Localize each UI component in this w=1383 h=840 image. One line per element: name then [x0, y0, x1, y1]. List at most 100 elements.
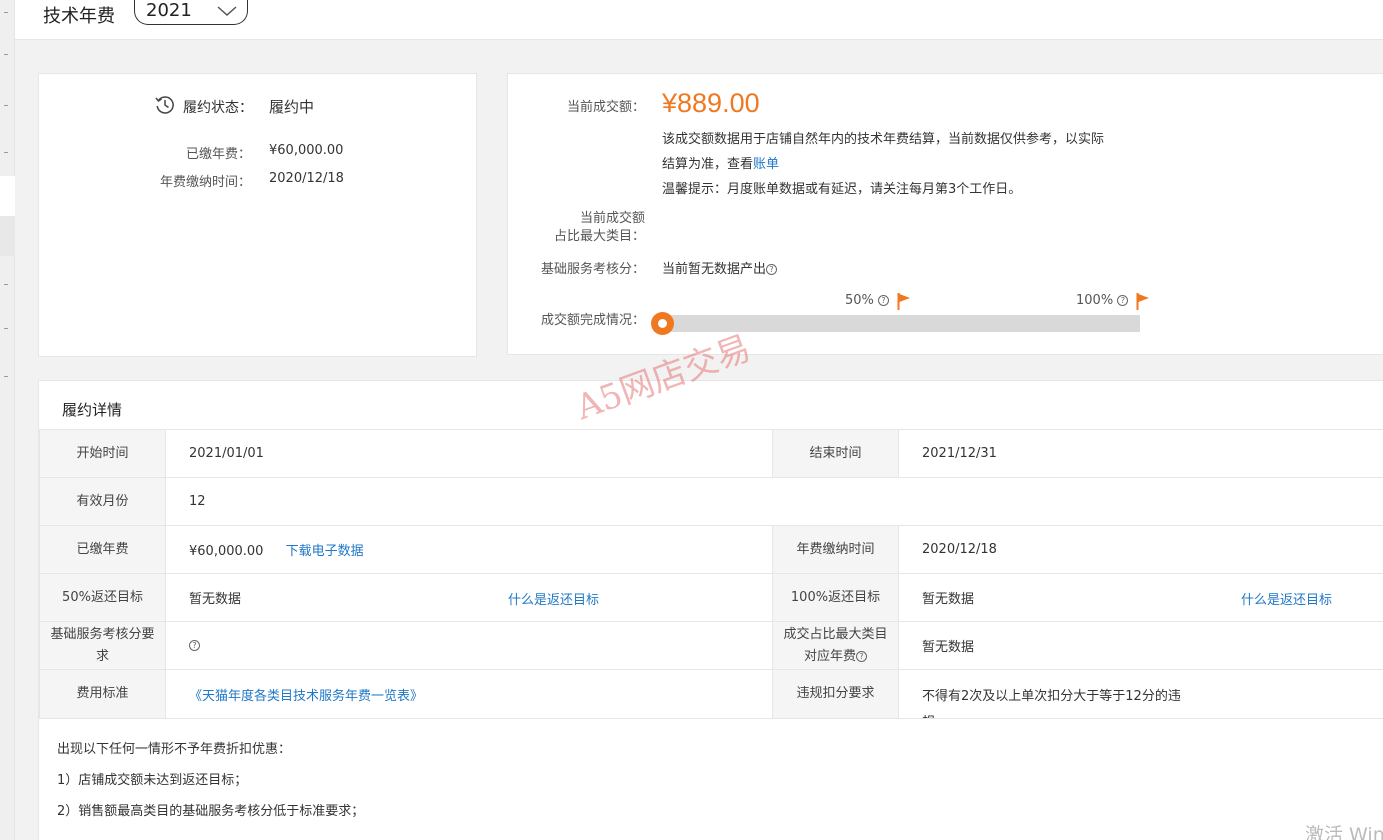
fulfillment-detail: 履约详情 开始时间 2021/01/01 结束时间 2021/12/31 有效月…	[38, 380, 1383, 840]
score-requirement-label: 基础服务考核分要 求	[39, 621, 166, 670]
flag-icon	[1136, 293, 1149, 310]
violation-value-line2: 规	[922, 710, 1383, 718]
rail-block	[0, 216, 15, 256]
table-row: 基础服务考核分要 求 ? 成交占比最大类目 对应年费? 暂无数据	[39, 621, 1383, 670]
current-deal-label: 当前成交额：	[566, 100, 645, 115]
top-category-label: 当前成交额 占比最大类目：	[554, 210, 645, 246]
detail-title: 履约详情	[62, 401, 123, 419]
table-row: 费用标准 《天猫年度各类目技术服务年费一览表》 违规扣分要求 不得有2次及以上单…	[39, 669, 1383, 719]
detail-table: 开始时间 2021/01/01 结束时间 2021/12/31 有效月份 12 …	[39, 429, 1383, 719]
paid-time-label: 年费缴纳时间	[772, 525, 899, 574]
rail-mark	[4, 376, 8, 377]
target-50-value: 暂无数据	[189, 592, 242, 607]
deal-description-line2: 结算为准，查看账单	[662, 152, 1104, 177]
history-clock-icon	[155, 96, 174, 114]
service-score-label: 基础服务考核分：	[540, 262, 645, 277]
top-category-label-line1: 当前成交额	[579, 211, 645, 226]
rail-mark	[4, 54, 8, 55]
paid-fee-cell: ¥60,000.00 下载电子数据	[165, 525, 773, 574]
page-title: 技术年费	[43, 6, 115, 27]
rail-mark	[4, 152, 8, 153]
deal-description-line1: 该成交额数据用于店铺自然年内的技术年费结算，当前数据仅供参考，以实际	[662, 132, 1105, 147]
valid-months-value: 12	[165, 477, 1383, 526]
rail-mark	[4, 12, 8, 13]
table-row: 有效月份 12	[39, 477, 1383, 526]
violation-value-line1: 不得有2次及以上单次扣分大于等于12分的违	[922, 689, 1181, 704]
start-time-value: 2021/01/01	[165, 429, 773, 478]
chevron-down-icon	[217, 6, 237, 17]
paid-time-value: 2020/12/18	[269, 171, 344, 186]
deal-card: 当前成交额： ¥889.00 该成交额数据用于店铺自然年内的技术年费结算，当前数…	[507, 73, 1383, 355]
score-requirement-value: ?	[165, 621, 773, 670]
service-score-value: 当前暂无数据产出	[662, 262, 767, 277]
max-category-fee-label-line1: 成交占比最大类目	[783, 626, 888, 642]
marker-50-label: 50%	[845, 293, 874, 308]
target-100-label: 100%返还目标	[772, 573, 899, 622]
max-category-fee-label: 成交占比最大类目 对应年费?	[772, 621, 899, 670]
fee-standard-cell: 《天猫年度各类目技术服务年费一览表》	[165, 669, 773, 719]
violation-value: 不得有2次及以上单次扣分大于等于12分的违 规	[898, 669, 1383, 719]
paid-fee-label: 已缴年费	[39, 525, 166, 574]
target-100-value: 暂无数据	[922, 592, 975, 607]
target-50-label: 50%返还目标	[39, 573, 166, 622]
what-is-target-link[interactable]: 什么是返还目标	[1241, 589, 1332, 608]
max-category-fee-value: 暂无数据	[898, 621, 1383, 670]
max-category-fee-label-line2-wrap: 对应年费?	[773, 646, 898, 668]
status-label: 履约状态：	[183, 100, 253, 116]
top-category-label-line2: 占比最大类目：	[553, 229, 645, 244]
rail-mark	[4, 105, 8, 106]
table-row: 50%返还目标 暂无数据 什么是返还目标 100%返还目标 暂无数据 什么是返还…	[39, 573, 1383, 622]
fee-standard-link[interactable]: 《天猫年度各类目技术服务年费一览表》	[189, 689, 423, 704]
end-time-value: 2021/12/31	[898, 429, 1383, 478]
status-card: 履约状态： 履约中 已缴年费： ¥60,000.00 年费缴纳时间： 2020/…	[38, 73, 477, 357]
help-icon[interactable]: ?	[878, 295, 890, 306]
target-100-cell: 暂无数据 什么是返还目标	[898, 573, 1383, 622]
service-score-value-wrap: 当前暂无数据产出?	[662, 258, 778, 277]
fee-standard-label: 费用标准	[39, 669, 166, 719]
completion-progress-handle	[651, 312, 674, 335]
completion-label: 成交额完成情况：	[540, 313, 645, 328]
current-deal-value: ¥889.00	[662, 88, 760, 118]
what-is-target-link[interactable]: 什么是返还目标	[508, 589, 599, 608]
table-row: 已缴年费 ¥60,000.00 下载电子数据 年费缴纳时间 2020/12/18	[39, 525, 1383, 574]
discount-note-intro: 出现以下任何一情形不予年费折扣优惠：	[57, 742, 292, 757]
help-icon[interactable]: ?	[1117, 295, 1129, 306]
year-select-value: 2021	[146, 0, 192, 21]
score-requirement-label-line2: 求	[95, 648, 109, 664]
score-requirement-label-line1: 基础服务考核分要	[50, 626, 155, 642]
year-select[interactable]: 2021	[134, 0, 248, 25]
marker-100-label: 100%	[1076, 293, 1114, 308]
help-icon[interactable]: ?	[766, 264, 778, 275]
flag-icon	[897, 293, 910, 310]
target-50-cell: 暂无数据 什么是返还目标	[165, 573, 773, 622]
help-icon[interactable]: ?	[189, 640, 200, 651]
discount-note-item: 1）店铺成交额未达到返还目标；	[57, 773, 248, 788]
rail-mark	[4, 284, 8, 285]
table-row: 开始时间 2021/01/01 结束时间 2021/12/31	[39, 429, 1383, 478]
download-data-link[interactable]: 下载电子数据	[286, 544, 364, 559]
marker-50-wrap: 50% ?	[845, 293, 890, 308]
paid-time-label: 年费缴纳时间：	[159, 175, 251, 190]
status-value: 履约中	[269, 98, 315, 116]
deal-tip: 温馨提示：月度账单数据或有延迟，请关注每月第3个工作日。	[662, 182, 1022, 197]
valid-months-label: 有效月份	[39, 477, 166, 526]
max-category-fee-label-line2: 对应年费	[803, 648, 856, 664]
violation-text: 不得有2次及以上单次扣分大于等于12分的违 规	[922, 684, 1383, 718]
paid-fee-label: 已缴年费：	[185, 147, 251, 162]
top-bar: 技术年费 2021	[15, 0, 1383, 40]
help-icon[interactable]: ?	[856, 650, 867, 662]
windows-activation-overlay: 激活 Win	[1305, 824, 1383, 840]
deal-description: 该成交额数据用于店铺自然年内的技术年费结算，当前数据仅供参考，以实际 结算为准，…	[662, 127, 1104, 202]
violation-label: 违规扣分要求	[772, 669, 899, 719]
end-time-label: 结束时间	[772, 429, 899, 478]
deal-description-line2-text: 结算为准，查看	[662, 157, 754, 172]
bill-link[interactable]: 账单	[753, 157, 779, 172]
marker-100-wrap: 100% ?	[1076, 293, 1129, 308]
paid-fee-value: ¥60,000.00	[189, 544, 264, 559]
left-rail	[0, 0, 15, 840]
rail-active-tab[interactable]	[0, 176, 15, 216]
start-time-label: 开始时间	[39, 429, 166, 478]
paid-fee-value: ¥60,000.00	[269, 143, 344, 158]
rail-mark	[4, 328, 8, 329]
paid-time-value: 2020/12/18	[898, 525, 1383, 574]
